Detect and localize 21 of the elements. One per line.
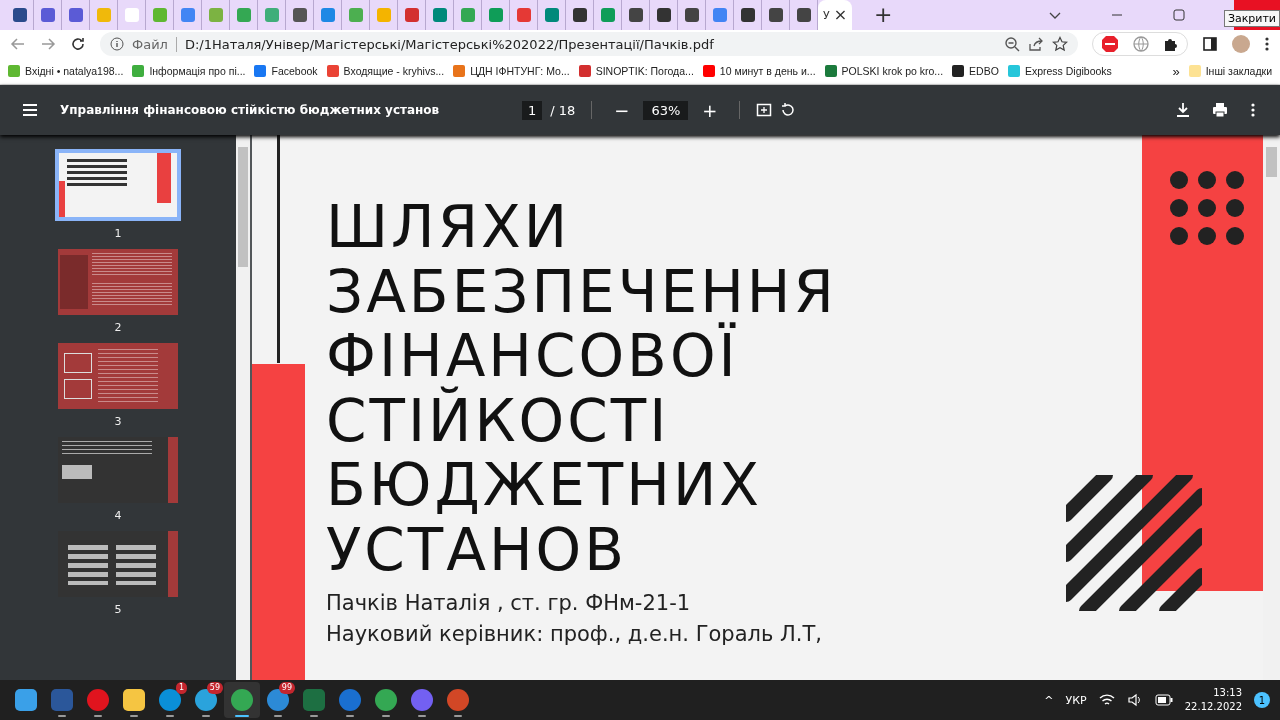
slide-subtitle: Пачків Наталія , ст. гр. ФНм-21-1 xyxy=(326,590,692,617)
bookmark-label: EDBO xyxy=(969,65,999,77)
slide-subtitle: Науковий керівник: проф., д.е.н. Гораль Л.Т, xyxy=(326,621,823,648)
file-scheme-label: Файл xyxy=(132,36,177,52)
notification-badge: 99 xyxy=(278,682,295,694)
page-count: / 18 xyxy=(550,102,576,118)
tooltip: Закрити xyxy=(1223,10,1280,27)
page-number: 2 xyxy=(114,321,122,334)
url-text: D:/1Наталя/Універ/Магістерські/Магістерські%202022/Презентації/Пачків.pdf xyxy=(184,36,714,52)
bookmark-label: Інші закладки xyxy=(1205,65,1272,77)
notification-badge: 59 xyxy=(206,682,223,694)
document-title: Управління фінансовою стійкістю бюджетних установ xyxy=(60,103,441,117)
notification-badge: 1 xyxy=(175,682,187,694)
tab-title: У xyxy=(822,8,830,22)
page-number: 1 xyxy=(114,227,122,240)
page-number: 5 xyxy=(114,603,122,616)
bookmark-label: Express Digibooks xyxy=(1024,65,1112,77)
page-number: 4 xyxy=(114,509,122,522)
page-number: 3 xyxy=(114,415,122,428)
bookmark-label: Facebook xyxy=(271,65,318,77)
slide-title: ШЛЯХИ ЗАБЕЗПЕЧЕННЯ ФІНАНСОВОЇ СТІЙКОСТІ БЮДЖЕТНИХ УСТАНОВ xyxy=(326,195,837,582)
